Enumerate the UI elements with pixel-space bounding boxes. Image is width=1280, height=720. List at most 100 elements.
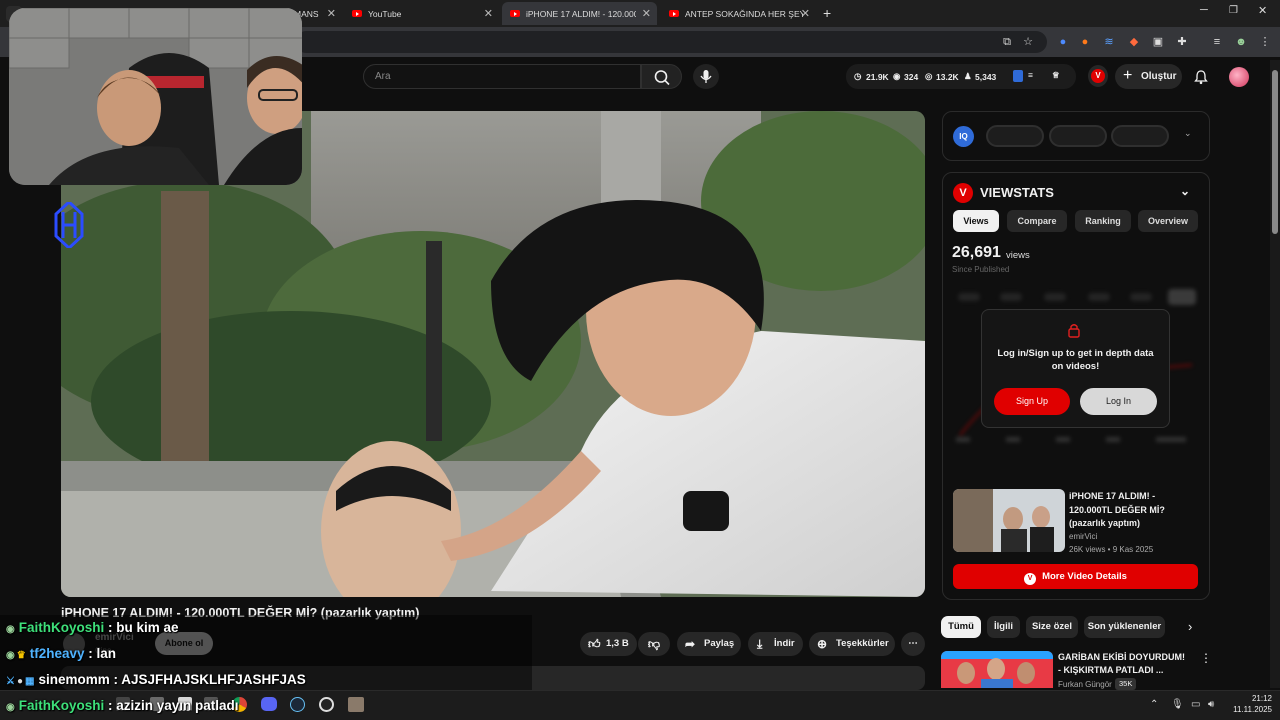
share-label: Paylaş	[704, 638, 735, 649]
tab-compare[interactable]: Compare	[1007, 210, 1067, 232]
log-in-button[interactable]: Log In	[1080, 388, 1157, 415]
extension-orange-icon[interactable]: ●	[1078, 35, 1092, 49]
more-horizontal-icon: ⋯	[908, 638, 918, 649]
plus-icon: +	[1123, 67, 1133, 84]
star-icon[interactable]: ☆	[1021, 35, 1035, 49]
user-icon: ♟	[964, 71, 972, 81]
tab-antep-video[interactable]: ANTEP SOKAĞINDA HER ŞEYİ Y ✕	[661, 2, 816, 25]
chevron-down-icon[interactable]: ⌄	[1184, 128, 1192, 139]
download-button[interactable]: ⤓ İndir	[748, 632, 803, 656]
tab-label: iPHONE 17 ALDIM! - 120.000TL	[526, 8, 636, 19]
iq-metric-pill[interactable]	[1049, 125, 1107, 147]
iq-badge-icon	[1013, 70, 1023, 82]
thanks-label: Teşekkürler	[836, 638, 889, 649]
youtube-icon	[510, 10, 520, 17]
restore-icon[interactable]: ❐	[1229, 5, 1238, 16]
thanks-button[interactable]: ⊕ Teşekkürler	[809, 632, 895, 656]
more-details-label: More Video Details	[1042, 571, 1127, 582]
tab-ranking[interactable]: Ranking	[1075, 210, 1131, 232]
video-card-thumbnail[interactable]	[953, 489, 1065, 552]
chat-message: ◉ ♛ tf2heavy : lan	[6, 646, 116, 661]
profile-icon[interactable]: ☻	[1234, 35, 1248, 49]
cast-icon[interactable]: ⧉	[1000, 35, 1014, 49]
clock-time[interactable]: 21:12	[1240, 694, 1272, 703]
more-vertical-icon[interactable]: ⋮	[1200, 651, 1212, 665]
views-icon: ◎	[925, 71, 933, 81]
iq-logo-icon: IQ	[953, 126, 974, 147]
viewstats-logo-icon: V	[1024, 573, 1037, 585]
extension-fox-icon[interactable]: ◆	[1127, 35, 1141, 49]
voice-search-button[interactable]	[693, 64, 719, 89]
tab-youtube[interactable]: YouTube ✕	[344, 2, 499, 25]
address-bar[interactable]	[295, 31, 1047, 53]
views-unit: views	[1006, 250, 1030, 261]
volume-icon[interactable]: 🔊︎	[1208, 699, 1214, 710]
streamer-logo-icon	[54, 199, 84, 251]
close-icon[interactable]: ✕	[801, 7, 810, 20]
more-actions-button[interactable]: ⋯	[901, 632, 925, 656]
stats-extension-bar[interactable]: ◷ 21.9K ◉ 324 ◎ 13.2K ♟ 5,343 ≡ ♕	[846, 64, 1076, 89]
taskbar-app-icon[interactable]	[348, 697, 364, 712]
download-label: İndir	[774, 638, 795, 649]
more-video-details-button[interactable]: V More Video Details	[953, 564, 1198, 589]
recommendation-title[interactable]: GARİBAN EKİBİ DOYURDUM! - KIŞKIRTMA PATL…	[1058, 651, 1190, 677]
create-label: Oluştur	[1141, 71, 1177, 82]
discord-icon[interactable]	[261, 697, 277, 711]
reading-list-icon[interactable]: ≡	[1210, 35, 1224, 49]
stat-value: 21.9K	[866, 72, 889, 82]
webcam-overlay	[9, 8, 302, 185]
tab-overview[interactable]: Overview	[1138, 210, 1198, 232]
notifications-bell-icon[interactable]	[1193, 69, 1209, 88]
video-card-title[interactable]: iPHONE 17 ALDIM! - 120.000TL DEĞER Mİ? (…	[1069, 490, 1184, 531]
crown-badge-icon: ♛	[16, 650, 26, 661]
close-icon[interactable]: ✕	[642, 7, 651, 20]
iq-metric-pill[interactable]	[986, 125, 1044, 147]
iq-metric-pill[interactable]	[1111, 125, 1169, 147]
chevron-down-icon[interactable]: ⌄	[1180, 184, 1190, 198]
close-icon[interactable]: ✕	[484, 7, 493, 20]
clock-date[interactable]: 11.11.2025	[1222, 705, 1272, 714]
badge-icon: ●	[16, 676, 24, 687]
list-icon: ≡	[1028, 70, 1033, 80]
display-icon[interactable]: ▭	[1191, 699, 1200, 710]
dislike-button[interactable]: 👎︎	[638, 632, 670, 656]
close-icon[interactable]: ✕	[327, 7, 336, 20]
chip-recent[interactable]: Son yüklenenler	[1084, 616, 1165, 638]
scrollbar-thumb[interactable]	[1272, 70, 1278, 234]
like-button[interactable]: 👍︎ 1,3 B	[580, 632, 637, 656]
minimize-icon[interactable]: ─	[1200, 4, 1208, 16]
search-input[interactable]: Ara	[363, 64, 641, 89]
video-card-channel: emirVici	[1069, 532, 1098, 541]
like-count: 1,3 B	[606, 638, 629, 649]
sign-up-button[interactable]: Sign Up	[994, 388, 1070, 415]
chip-for-you[interactable]: Size özel	[1026, 616, 1078, 638]
new-tab-icon[interactable]: +	[823, 5, 831, 21]
badge-icon: ◉	[6, 624, 15, 635]
share-button[interactable]: ➦ Paylaş	[677, 632, 741, 656]
chat-text: : AJSJFHAJSKLHFJASHFJAS	[113, 672, 306, 687]
recommendation-thumbnail[interactable]	[941, 651, 1053, 688]
close-window-icon[interactable]: ✕	[1258, 4, 1267, 17]
tab-views[interactable]: Views	[953, 210, 999, 232]
extension-box-icon[interactable]: ▣	[1151, 35, 1165, 49]
extension-wave-icon[interactable]: ≋	[1102, 35, 1116, 49]
extensions-puzzle-icon[interactable]: ✚	[1175, 35, 1189, 49]
stat-value: 13.2K	[936, 72, 959, 82]
viewstats-title: VIEWSTATS	[980, 185, 1054, 200]
menu-kebab-icon[interactable]: ⋮	[1258, 35, 1272, 49]
lock-icon	[1067, 322, 1081, 343]
eye-icon: ◉	[893, 71, 901, 81]
chevron-up-icon[interactable]: ⌃	[1150, 699, 1158, 710]
chip-related[interactable]: İlgili	[987, 616, 1020, 638]
tab-iphone-video[interactable]: iPHONE 17 ALDIM! - 120.000TL ✕	[502, 2, 657, 25]
obs-icon[interactable]	[319, 697, 334, 712]
steam-icon[interactable]	[290, 697, 305, 712]
grid-badge-icon: ▦	[25, 676, 35, 687]
extension-blue-icon[interactable]: ●	[1056, 35, 1070, 49]
chat-text: : azizin yayın patladı	[108, 698, 239, 713]
chevron-right-icon[interactable]: ›	[1188, 619, 1192, 634]
search-button[interactable]	[641, 64, 682, 89]
microphone-icon[interactable]: 🎙︎	[1171, 699, 1184, 710]
chip-all[interactable]: Tümü	[941, 616, 981, 638]
avatar[interactable]	[1229, 67, 1249, 87]
